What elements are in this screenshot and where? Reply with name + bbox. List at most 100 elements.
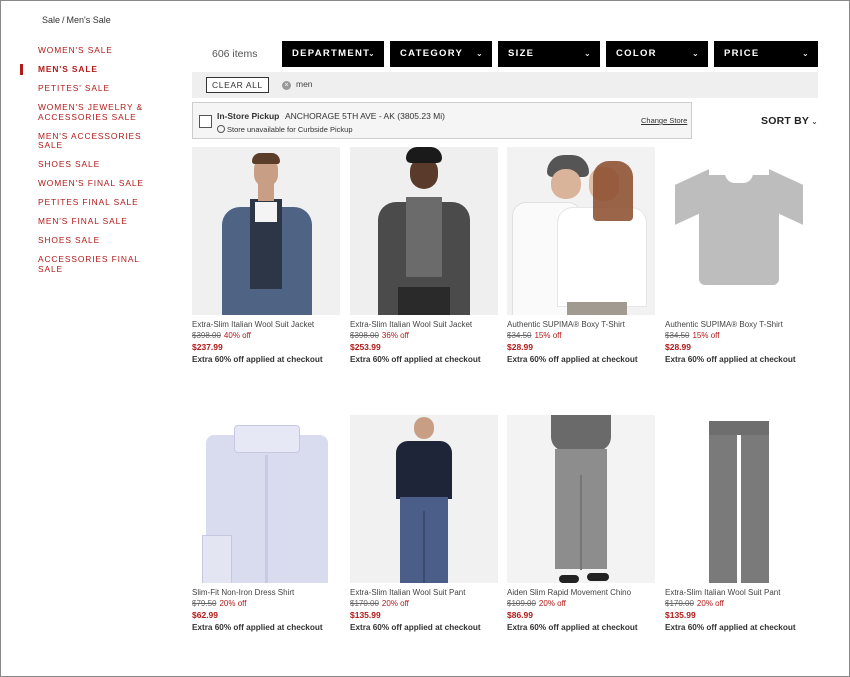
product-card[interactable]: Extra-Slim Italian Wool Suit Pant $170.0… bbox=[665, 415, 815, 632]
product-name[interactable]: Authentic SUPIMA® Boxy T-Shirt bbox=[665, 320, 815, 329]
filter-label: Size bbox=[508, 48, 535, 59]
product-image[interactable] bbox=[507, 415, 655, 583]
discount-percent: 36% off bbox=[381, 331, 409, 340]
discount-percent: 15% off bbox=[534, 331, 562, 340]
product-image[interactable] bbox=[507, 147, 655, 315]
filter-label: Category bbox=[400, 48, 464, 59]
sidebar-item-mens-sale[interactable]: Men's Sale bbox=[0, 64, 160, 75]
chevron-down-icon: ⌄ bbox=[801, 49, 810, 58]
original-price: $170.00 bbox=[350, 599, 379, 608]
chevron-down-icon: ⌄ bbox=[475, 49, 484, 58]
unavailable-icon bbox=[217, 125, 225, 133]
sort-by-label: SORT BY bbox=[761, 115, 810, 127]
sale-price: $86.99 bbox=[507, 610, 533, 620]
breadcrumb-separator: / bbox=[62, 15, 65, 25]
product-name[interactable]: Extra-Slim Italian Wool Suit Pant bbox=[350, 588, 500, 597]
discount-percent: 20% off bbox=[538, 599, 566, 608]
clear-all-button[interactable]: CLEAR ALL bbox=[206, 77, 269, 93]
sale-price: $28.99 bbox=[665, 342, 691, 352]
product-card[interactable]: Extra-Slim Italian Wool Suit Jacket $398… bbox=[192, 147, 342, 364]
sidebar-item-petites-final-sale[interactable]: Petites Final Sale bbox=[0, 197, 160, 208]
sidebar-item-mens-accessories-sale[interactable]: Men's Accessories Sale bbox=[0, 131, 160, 151]
product-card[interactable]: Extra-Slim Italian Wool Suit Jacket $398… bbox=[350, 147, 500, 364]
filter-department[interactable]: Department ⌄ bbox=[282, 41, 384, 67]
sidebar-item-mens-final-sale[interactable]: Men's Final Sale bbox=[0, 216, 160, 227]
product-name[interactable]: Authentic SUPIMA® Boxy T-Shirt bbox=[507, 320, 657, 329]
filter-category[interactable]: Category ⌄ bbox=[390, 41, 492, 67]
product-card[interactable]: Slim-Fit Non-Iron Dress Shirt $79.50 20% … bbox=[192, 415, 342, 632]
product-name[interactable]: Aiden Slim Rapid Movement Chino bbox=[507, 588, 657, 597]
product-image[interactable] bbox=[665, 415, 813, 583]
sale-price: $253.99 bbox=[350, 342, 381, 352]
product-name[interactable]: Extra-Slim Italian Wool Suit Jacket bbox=[192, 320, 342, 329]
results-count: 606 items bbox=[212, 48, 258, 60]
chevron-down-icon: ⌄ bbox=[691, 49, 700, 58]
discount-percent: 15% off bbox=[692, 331, 720, 340]
sort-by-dropdown[interactable]: SORT BY ⌄ bbox=[761, 115, 818, 127]
product-card[interactable]: Authentic SUPIMA® Boxy T-Shirt $34.50 15%… bbox=[665, 147, 815, 364]
chevron-down-icon: ⌄ bbox=[367, 49, 376, 58]
sale-price: $135.99 bbox=[350, 610, 381, 620]
sale-price: $28.99 bbox=[507, 342, 533, 352]
filter-label: Price bbox=[724, 48, 760, 59]
curbside-note: Store unavailable for Curbside Pickup bbox=[217, 124, 353, 134]
close-circle-icon[interactable]: × bbox=[282, 81, 291, 90]
product-name[interactable]: Extra-Slim Italian Wool Suit Jacket bbox=[350, 320, 500, 329]
product-card[interactable]: Aiden Slim Rapid Movement Chino $109.00 2… bbox=[507, 415, 657, 632]
sale-price: $237.99 bbox=[192, 342, 223, 352]
discount-percent: 20% off bbox=[219, 599, 247, 608]
sidebar-item-petites-sale[interactable]: Petites' Sale bbox=[0, 83, 160, 94]
product-image[interactable] bbox=[665, 147, 813, 315]
chevron-down-icon: ⌄ bbox=[583, 49, 592, 58]
in-store-pickup-checkbox[interactable] bbox=[199, 115, 212, 128]
sidebar-item-shoes-sale[interactable]: Shoes Sale bbox=[0, 160, 160, 170]
discount-percent: 20% off bbox=[381, 599, 409, 608]
breadcrumb-sale-link[interactable]: Sale bbox=[42, 15, 60, 25]
product-image[interactable] bbox=[192, 415, 340, 583]
product-name[interactable]: Extra-Slim Italian Wool Suit Pant bbox=[665, 588, 815, 597]
original-price: $34.50 bbox=[665, 331, 690, 340]
breadcrumb: Sale / Men's Sale bbox=[42, 15, 111, 25]
original-price: $170.00 bbox=[665, 599, 694, 608]
curbside-note-text: Store unavailable for Curbside Pickup bbox=[227, 125, 353, 134]
discount-percent: 20% off bbox=[696, 599, 724, 608]
pickup-store-name: ANCHORAGE 5TH AVE - AK (3805.23 Mi) bbox=[285, 111, 445, 121]
filter-label: Department bbox=[292, 48, 371, 59]
product-image[interactable] bbox=[350, 415, 498, 583]
change-store-link[interactable]: Change Store bbox=[641, 116, 687, 125]
promo-message: Extra 60% off applied at checkout bbox=[192, 355, 323, 364]
filter-size[interactable]: Size ⌄ bbox=[498, 41, 600, 67]
sidebar-item-womens-sale[interactable]: Women's Sale bbox=[0, 45, 160, 56]
sidebar-item-womens-final-sale[interactable]: Women's Final Sale bbox=[0, 178, 160, 189]
original-price: $398.00 bbox=[192, 331, 221, 340]
sale-price: $135.99 bbox=[665, 610, 696, 620]
chevron-down-icon: ⌄ bbox=[811, 117, 818, 126]
promo-message: Extra 60% off applied at checkout bbox=[507, 355, 638, 364]
sidebar-item-accessories-final-sale[interactable]: Accessories Final Sale bbox=[0, 254, 160, 274]
refinement-bar: CLEAR ALL × men bbox=[192, 72, 818, 98]
promo-message: Extra 60% off applied at checkout bbox=[665, 355, 796, 364]
filter-chip-men: men bbox=[296, 79, 313, 89]
original-price: $34.50 bbox=[507, 331, 532, 340]
product-image[interactable] bbox=[192, 147, 340, 315]
filter-price[interactable]: Price ⌄ bbox=[714, 41, 818, 67]
original-price: $79.50 bbox=[192, 599, 217, 608]
sidebar-item-shoes-sale-2[interactable]: Shoes Sale bbox=[0, 235, 160, 246]
original-price: $109.00 bbox=[507, 599, 536, 608]
promo-message: Extra 60% off applied at checkout bbox=[665, 623, 796, 632]
promo-message: Extra 60% off applied at checkout bbox=[507, 623, 638, 632]
sale-price: $62.99 bbox=[192, 610, 218, 620]
product-name[interactable]: Slim-Fit Non-Iron Dress Shirt bbox=[192, 588, 342, 597]
promo-message: Extra 60% off applied at checkout bbox=[192, 623, 323, 632]
promo-message: Extra 60% off applied at checkout bbox=[350, 355, 481, 364]
in-store-pickup-panel: In-Store Pickup ANCHORAGE 5TH AVE - AK (… bbox=[192, 102, 692, 139]
promo-message: Extra 60% off applied at checkout bbox=[350, 623, 481, 632]
product-card[interactable]: Extra-Slim Italian Wool Suit Pant $170.0… bbox=[350, 415, 500, 632]
breadcrumb-current: Men's Sale bbox=[66, 15, 111, 25]
product-image[interactable] bbox=[350, 147, 498, 315]
sidebar-item-womens-jewelry-accessories-sale[interactable]: Women's Jewelry & Accessories Sale bbox=[0, 102, 160, 122]
sidebar: Women's Sale Men's Sale Petites' Sale Wo… bbox=[0, 45, 175, 284]
pickup-title: In-Store Pickup bbox=[217, 111, 280, 121]
product-card[interactable]: Authentic SUPIMA® Boxy T-Shirt $34.50 15%… bbox=[507, 147, 657, 364]
filter-color[interactable]: Color ⌄ bbox=[606, 41, 708, 67]
